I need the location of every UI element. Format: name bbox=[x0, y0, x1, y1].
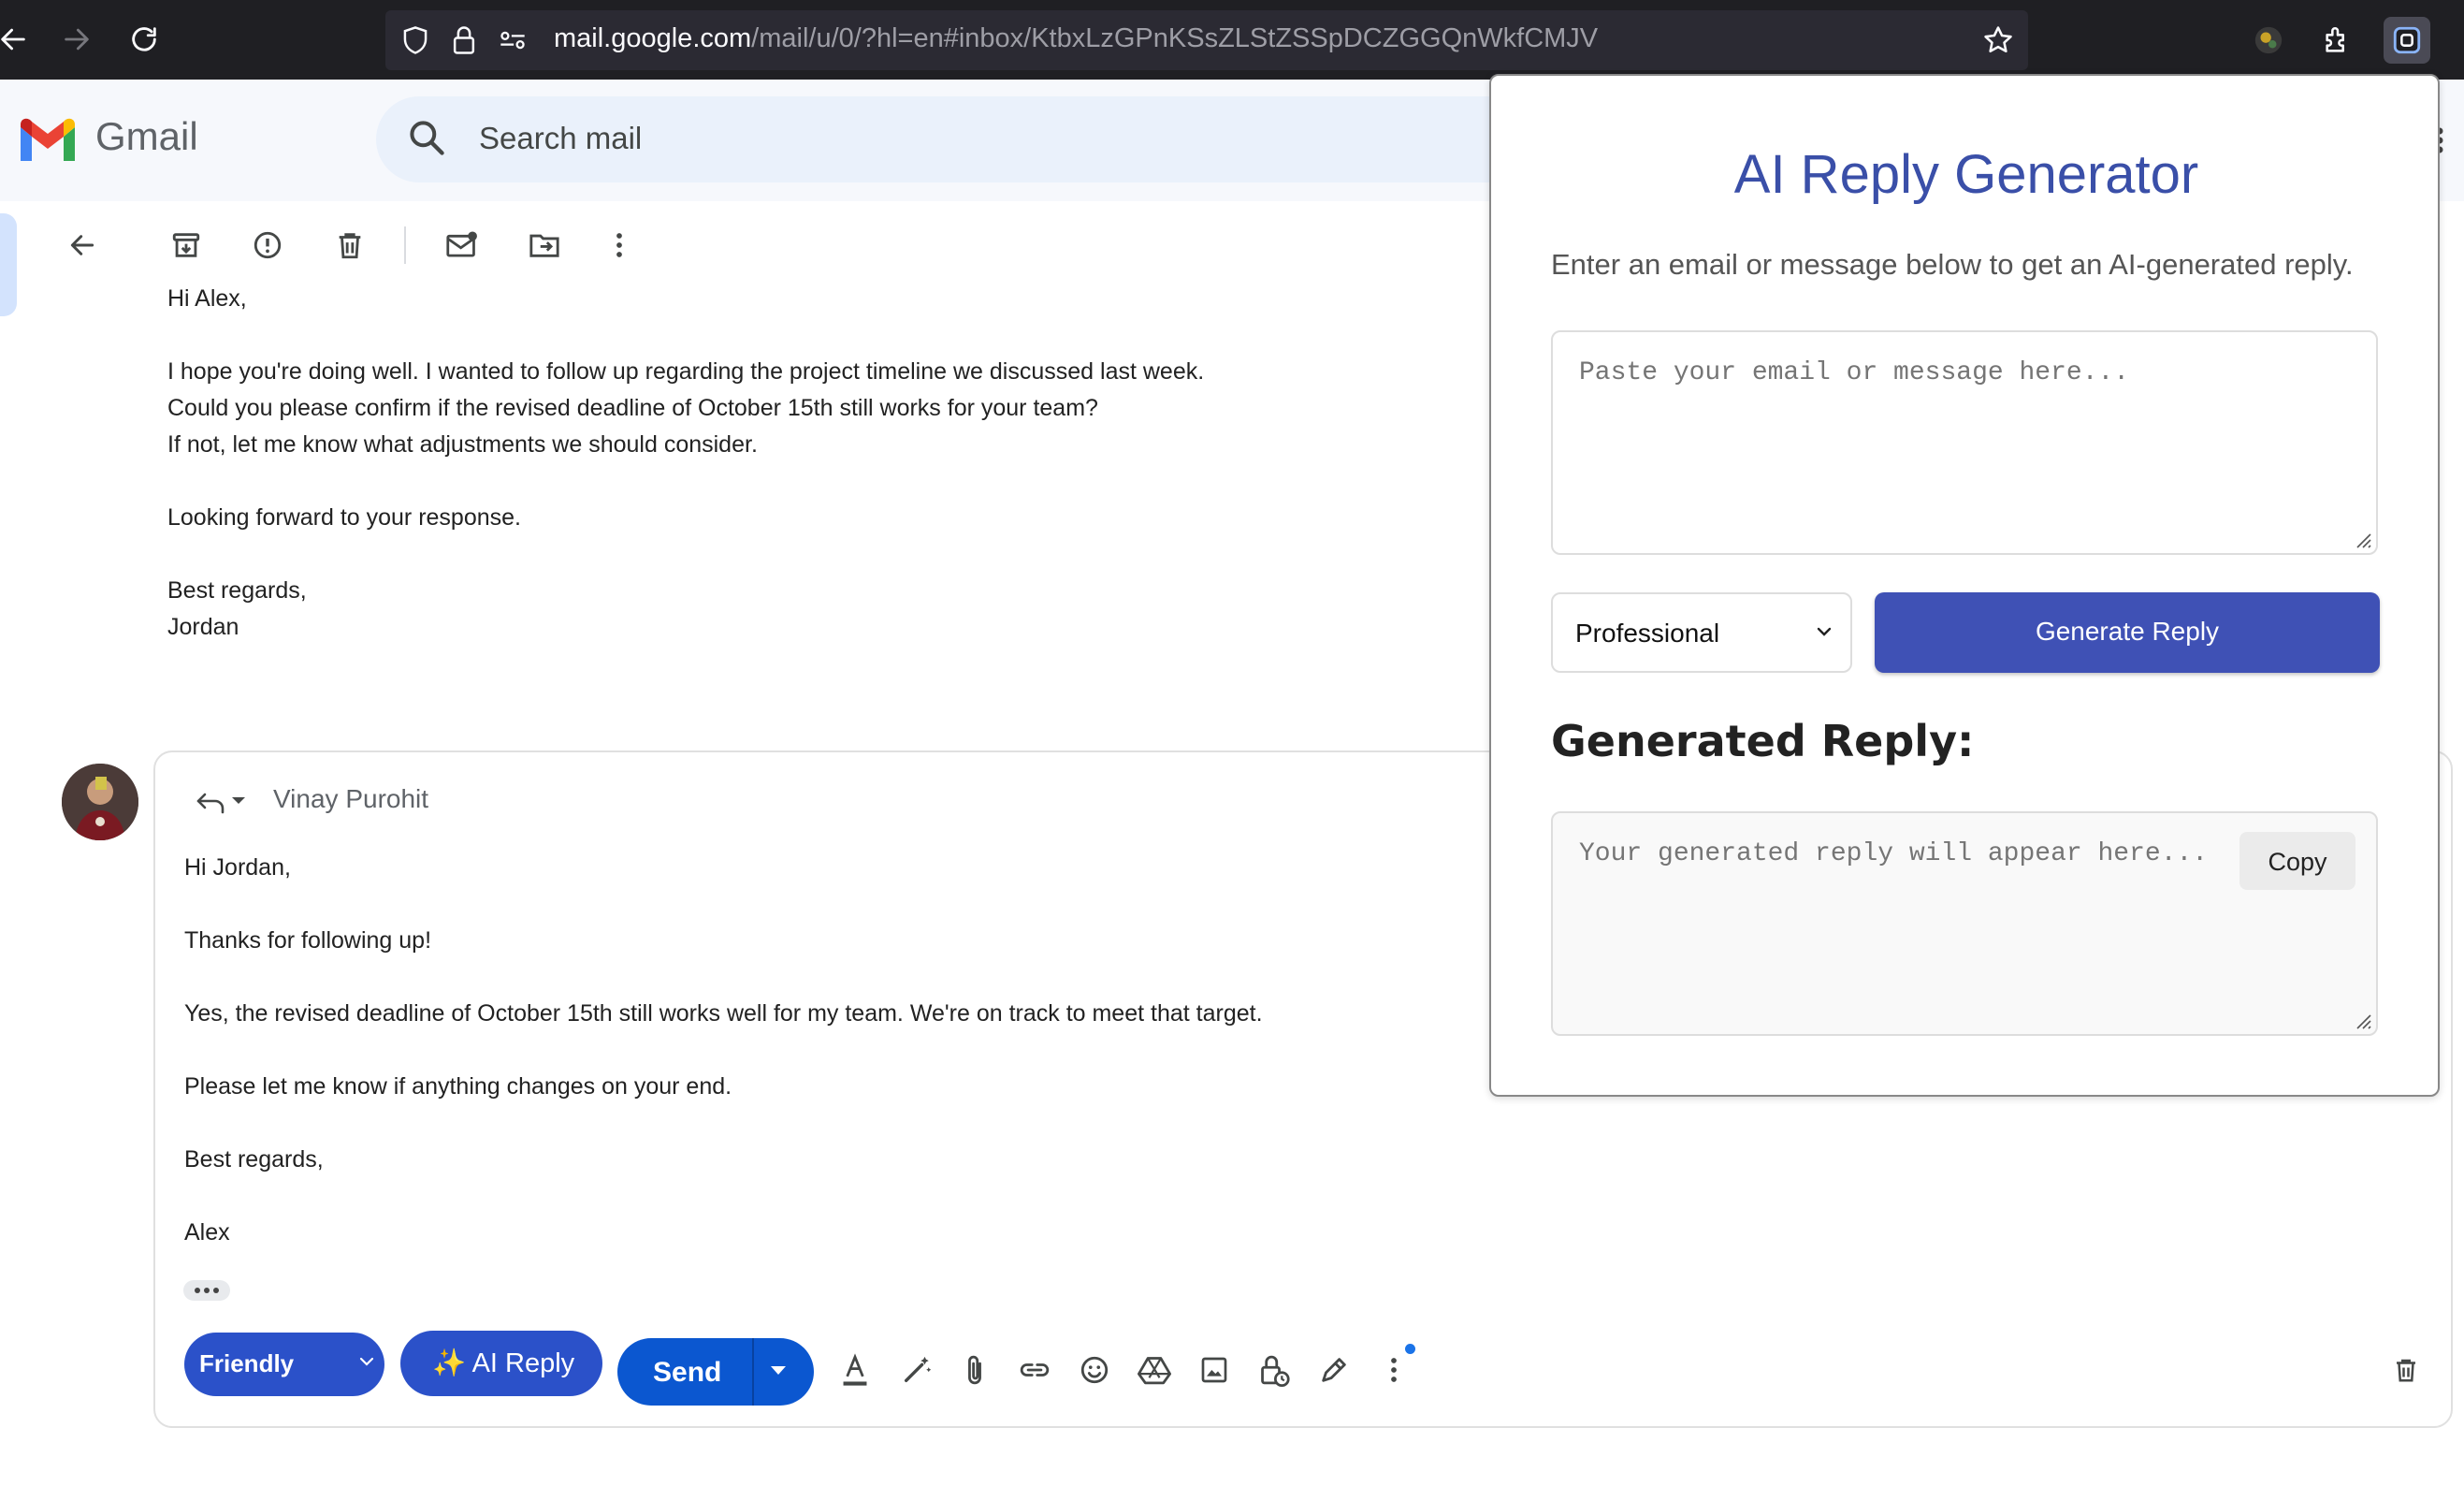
forward-arrow-icon[interactable] bbox=[56, 19, 97, 60]
resize-grip-icon[interactable] bbox=[2350, 527, 2372, 549]
report-spam-icon[interactable] bbox=[245, 223, 290, 268]
generate-reply-label: Generate Reply bbox=[2035, 617, 2220, 646]
tone-select-label: Friendly bbox=[199, 1349, 295, 1377]
generated-reply-heading: Generated Reply: bbox=[1551, 716, 1975, 766]
copy-label: Copy bbox=[2268, 848, 2327, 876]
ai-reply-label: ✨ AI Reply bbox=[432, 1348, 575, 1378]
email-line: Jordan bbox=[167, 614, 239, 640]
email-line: Looking forward to your response. bbox=[167, 504, 521, 531]
email-message-body: Hi Alex, I hope you're doing well. I wan… bbox=[167, 281, 1204, 646]
reply-line: Alex bbox=[184, 1219, 230, 1246]
google-drive-icon[interactable] bbox=[1134, 1349, 1175, 1391]
tone-select-value: Professional bbox=[1575, 619, 1720, 648]
signature-pen-icon[interactable] bbox=[1313, 1349, 1355, 1391]
generated-reply-placeholder: Your generated reply will appear here... bbox=[1579, 839, 2209, 868]
email-line: I hope you're doing well. I wanted to fo… bbox=[167, 358, 1205, 385]
more-options-icon[interactable] bbox=[597, 223, 642, 268]
send-options-arrow-icon[interactable] bbox=[771, 1366, 786, 1375]
show-trimmed-content-button[interactable] bbox=[183, 1280, 230, 1301]
notification-dot bbox=[1405, 1344, 1415, 1354]
reply-line: Best regards, bbox=[184, 1146, 324, 1173]
message-input[interactable]: Paste your email or message here... bbox=[1551, 330, 2378, 555]
insert-link-icon[interactable] bbox=[1014, 1349, 1055, 1391]
site-permissions-icon[interactable] bbox=[496, 23, 529, 57]
reload-icon[interactable] bbox=[123, 19, 165, 60]
reply-recipient[interactable]: Vinay Purohit bbox=[273, 784, 428, 814]
lock-icon[interactable] bbox=[447, 23, 481, 57]
archive-icon[interactable] bbox=[164, 223, 209, 268]
sidebar-accent bbox=[0, 213, 17, 316]
shield-icon[interactable] bbox=[399, 23, 432, 57]
attach-file-icon[interactable] bbox=[954, 1349, 995, 1391]
back-icon[interactable] bbox=[60, 223, 105, 268]
move-to-icon[interactable] bbox=[522, 223, 567, 268]
copy-button[interactable]: Copy bbox=[2239, 832, 2355, 890]
send-button[interactable]: Send bbox=[617, 1338, 814, 1406]
message-input-placeholder: Paste your email or message here... bbox=[1579, 358, 2130, 387]
ai-reply-generator-popup: AI Reply Generator Enter an email or mes… bbox=[1489, 74, 2440, 1097]
reply-line: Hi Jordan, bbox=[184, 854, 291, 881]
popup-subtitle: Enter an email or message below to get a… bbox=[1551, 248, 2354, 281]
chevron-down-icon bbox=[1815, 626, 1834, 644]
generate-reply-button[interactable]: Generate Reply bbox=[1875, 592, 2380, 673]
gmail-logo-text[interactable]: Gmail bbox=[95, 114, 198, 159]
url-text[interactable]: mail.google.com/mail/u/0/?hl=en#inbox/Kt… bbox=[554, 23, 1598, 54]
bookmark-star-icon[interactable] bbox=[1981, 23, 2015, 57]
email-line: Hi Alex, bbox=[167, 285, 247, 312]
email-line: If not, let me know what adjustments we … bbox=[167, 431, 758, 458]
reply-line: Thanks for following up! bbox=[184, 927, 432, 954]
search-input[interactable]: Search mail bbox=[479, 121, 642, 156]
confidential-mode-icon[interactable] bbox=[1254, 1349, 1295, 1391]
back-arrow-icon[interactable] bbox=[0, 19, 34, 60]
reply-body-text[interactable]: Hi Jordan, Thanks for following up! Yes,… bbox=[184, 850, 1263, 1251]
magic-wand-icon[interactable] bbox=[896, 1349, 937, 1391]
reply-line: Yes, the revised deadline of October 15t… bbox=[184, 1000, 1263, 1027]
browser-toolbar: mail.google.com/mail/u/0/?hl=en#inbox/Kt… bbox=[0, 0, 2464, 80]
reply-line: Please let me know if anything changes o… bbox=[184, 1073, 732, 1100]
delete-icon[interactable] bbox=[327, 223, 372, 268]
emoji-icon[interactable] bbox=[1074, 1349, 1115, 1391]
email-line: Best regards, bbox=[167, 577, 307, 604]
formatting-options-icon[interactable] bbox=[834, 1349, 876, 1391]
extension-avatar-icon[interactable] bbox=[2245, 17, 2292, 64]
toolbar-divider bbox=[404, 226, 406, 264]
send-label: Send bbox=[653, 1357, 722, 1388]
address-bar[interactable]: mail.google.com/mail/u/0/?hl=en#inbox/Kt… bbox=[385, 10, 2028, 70]
tone-select[interactable]: Professional bbox=[1551, 592, 1852, 673]
popup-title: AI Reply Generator bbox=[1733, 144, 2199, 205]
avatar[interactable] bbox=[62, 764, 138, 840]
discard-draft-icon[interactable] bbox=[2385, 1349, 2427, 1391]
insert-photo-icon[interactable] bbox=[1194, 1349, 1235, 1391]
email-line: Could you please confirm if the revised … bbox=[167, 395, 1098, 421]
search-icon[interactable] bbox=[406, 117, 451, 162]
tone-select-friendly[interactable]: Friendly bbox=[184, 1333, 384, 1396]
ai-reply-extension-icon[interactable] bbox=[2384, 17, 2430, 64]
more-compose-options-icon[interactable] bbox=[1373, 1349, 1414, 1391]
extensions-puzzle-icon[interactable] bbox=[2314, 17, 2361, 64]
chevron-down-icon bbox=[358, 1355, 375, 1373]
ai-reply-button[interactable]: ✨ AI Reply bbox=[400, 1331, 602, 1396]
mark-unread-icon[interactable] bbox=[440, 223, 485, 268]
reply-type-selector[interactable] bbox=[185, 780, 269, 822]
send-split-divider bbox=[752, 1338, 754, 1406]
gmail-logo-icon[interactable] bbox=[17, 116, 79, 168]
resize-grip-icon[interactable] bbox=[2350, 1008, 2372, 1030]
generated-reply-output[interactable]: Your generated reply will appear here...… bbox=[1551, 811, 2378, 1036]
